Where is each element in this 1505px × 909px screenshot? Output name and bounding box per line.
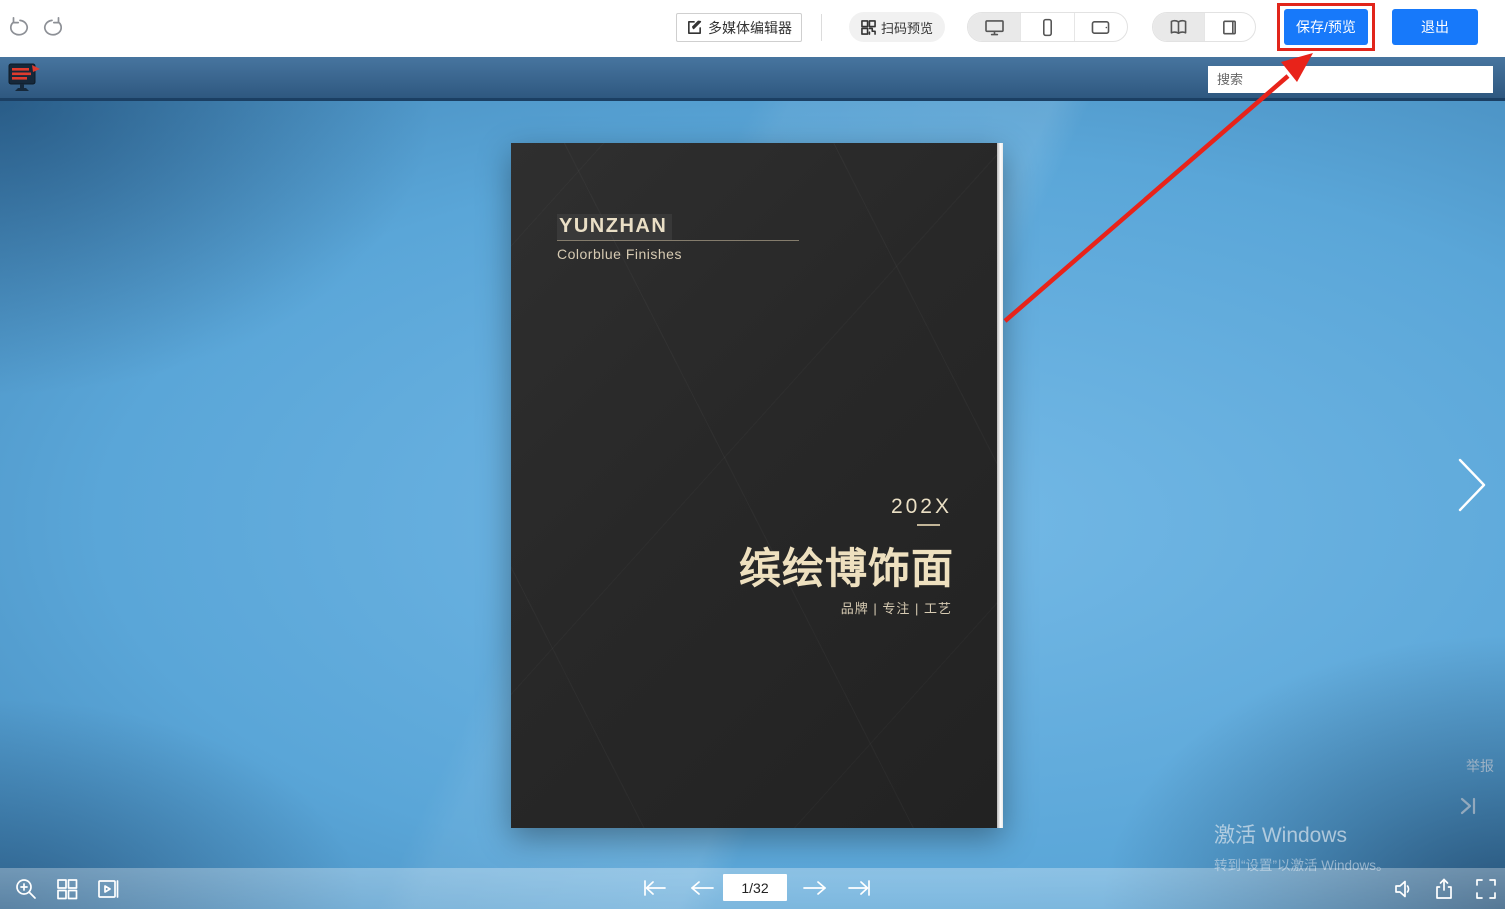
zoom-in-icon[interactable]: [14, 877, 38, 901]
cover-title-text: 缤绘博饰面: [739, 535, 954, 596]
fullscreen-icon[interactable]: [1474, 877, 1498, 901]
cover-brand-subtitle: Colorblue Finishes: [557, 246, 682, 262]
phone-icon: [1041, 18, 1054, 37]
multimedia-editor-button[interactable]: 多媒体编辑器: [676, 13, 802, 42]
page-indicator-input[interactable]: [723, 874, 787, 901]
tablet-icon: [1090, 19, 1111, 36]
cover-tagline-text: 品牌 | 专注 | 工艺: [841, 598, 952, 617]
top-toolbar: 多媒体编辑器 扫码预览: [0, 0, 1505, 57]
viewer-header-bar: [0, 57, 1505, 101]
first-page-icon[interactable]: [641, 878, 669, 898]
cover-year-underline: [917, 524, 940, 526]
toolbar-divider: [821, 14, 822, 41]
windows-activation-watermark: 激活 Windows 转到“设置”以激活 Windows。: [1214, 819, 1390, 874]
device-phone-button[interactable]: [1021, 13, 1074, 41]
scan-code-preview-button[interactable]: 扫码预览: [849, 12, 945, 42]
slideshow-play-icon[interactable]: [96, 877, 120, 901]
double-page-icon: [1169, 19, 1188, 36]
layout-single-page-button[interactable]: [1205, 13, 1256, 41]
multimedia-editor-label: 多媒体编辑器: [708, 18, 792, 38]
flipbook-cover-page[interactable]: YUNZHAN Colorblue Finishes 202X 缤绘博饰面 品牌…: [511, 143, 1003, 828]
next-page-chevron[interactable]: [1456, 456, 1488, 514]
undo-icon: [6, 16, 32, 40]
search-input[interactable]: [1208, 66, 1493, 93]
cover-brand-text: YUNZHAN: [557, 214, 672, 240]
cover-divider-line: [557, 240, 799, 241]
watermark-line1: 激活 Windows: [1214, 819, 1390, 849]
device-tablet-button[interactable]: [1075, 13, 1127, 41]
share-icon[interactable]: [1432, 877, 1456, 901]
save-preview-button[interactable]: 保存/预览: [1284, 9, 1368, 45]
page-edge-strip: [997, 143, 1003, 828]
volume-icon[interactable]: [1391, 877, 1415, 901]
skip-to-end-icon[interactable]: [1457, 795, 1481, 817]
qr-code-icon: [861, 20, 876, 35]
device-preview-toggle: [967, 12, 1128, 42]
single-page-icon: [1220, 19, 1239, 36]
layout-double-page-button[interactable]: [1153, 13, 1205, 41]
exit-button[interactable]: 退出: [1392, 9, 1478, 45]
page-layout-toggle: [1152, 12, 1256, 42]
cover-year-text: 202X: [891, 495, 952, 519]
device-desktop-button[interactable]: [968, 13, 1021, 41]
redo-button[interactable]: [40, 16, 66, 40]
thumbnails-grid-icon[interactable]: [55, 877, 79, 901]
cover-artwork: YUNZHAN Colorblue Finishes 202X 缤绘博饰面 品牌…: [511, 143, 997, 828]
flipbook-editor-window: 多媒体编辑器 扫码预览: [0, 0, 1505, 909]
prev-page-icon[interactable]: [688, 878, 716, 898]
desktop-monitor-icon: [984, 19, 1005, 36]
last-page-icon[interactable]: [845, 878, 873, 898]
monitor-logo-icon: [6, 61, 42, 95]
report-link[interactable]: 举报: [1466, 756, 1494, 776]
redo-icon: [40, 16, 66, 40]
undo-button[interactable]: [6, 16, 32, 40]
edit-pen-icon: [686, 19, 703, 36]
bottom-toolbar: [0, 868, 1505, 909]
viewer-canvas: YUNZHAN Colorblue Finishes 202X 缤绘博饰面 品牌…: [0, 101, 1505, 909]
scan-code-preview-label: 扫码预览: [881, 18, 933, 37]
next-page-icon[interactable]: [801, 878, 829, 898]
